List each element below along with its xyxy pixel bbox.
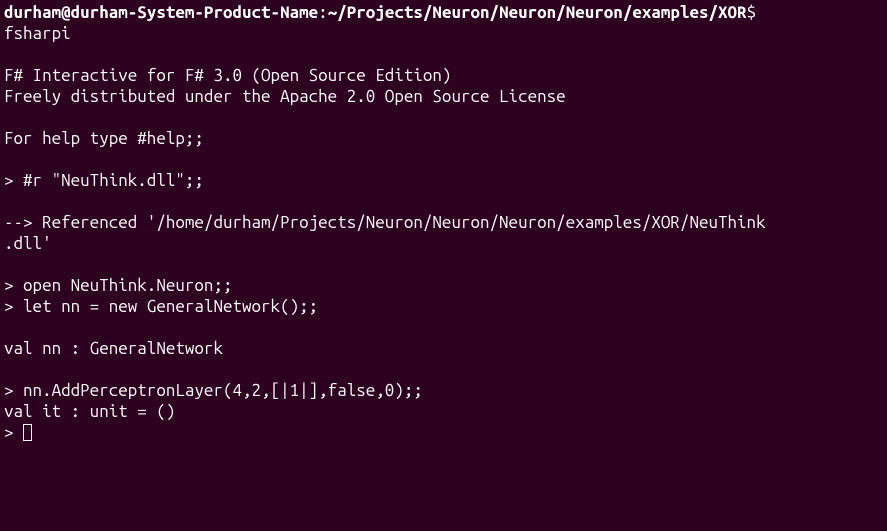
banner-line-2: Freely distributed under the Apache 2.0 … xyxy=(4,87,566,106)
command-line: fsharpi xyxy=(4,24,71,43)
repl-prompt-line: > xyxy=(4,423,23,442)
terminal-output[interactable]: durham@durham-System-Product-Name:~/Proj… xyxy=(0,0,887,445)
repl-output-line: .dll' xyxy=(4,234,52,253)
banner-line-1: F# Interactive for F# 3.0 (Open Source E… xyxy=(4,66,451,85)
repl-output-line: val it : unit = () xyxy=(4,402,175,421)
prompt-user-host: durham@durham-System-Product-Name xyxy=(4,3,318,22)
cursor-icon xyxy=(23,424,32,441)
repl-input-line: > let nn = new GeneralNetwork();; xyxy=(4,297,318,316)
repl-output-line: --> Referenced '/home/durham/Projects/Ne… xyxy=(4,213,766,232)
prompt-path: ~/Projects/Neuron/Neuron/Neuron/examples… xyxy=(328,3,747,22)
repl-output-line: val nn : GeneralNetwork xyxy=(4,339,223,358)
repl-input-line: > nn.AddPerceptronLayer(4,2,[|1|],false,… xyxy=(4,381,423,400)
repl-input-line: > open NeuThink.Neuron;; xyxy=(4,276,232,295)
prompt-symbol: $ xyxy=(747,3,766,22)
repl-input-line: > #r "NeuThink.dll";; xyxy=(4,171,204,190)
shell-prompt: durham@durham-System-Product-Name:~/Proj… xyxy=(4,3,766,22)
help-hint-line: For help type #help;; xyxy=(4,129,204,148)
prompt-separator: : xyxy=(318,3,328,22)
